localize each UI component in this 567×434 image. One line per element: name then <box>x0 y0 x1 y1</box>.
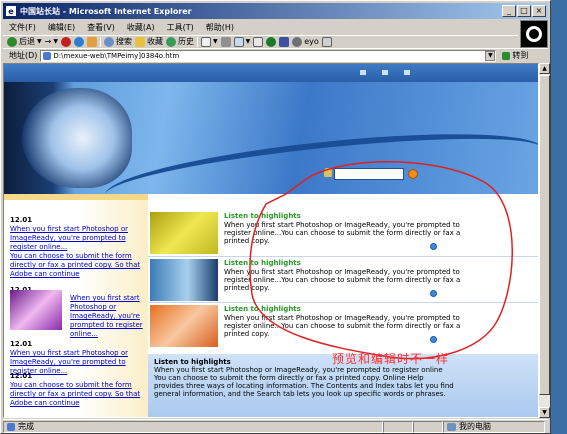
home-icon <box>86 36 97 47</box>
forward-button[interactable]: → ▼ <box>45 36 58 48</box>
address-value: D:\mexue-web\TMPeimy]0384o.htm <box>53 51 180 60</box>
go-button[interactable]: 转到 <box>502 50 528 61</box>
standard-toolbar: 后退 ▼ → ▼ 搜索 收藏 历史 ▼ ▼ eyo <box>3 35 518 47</box>
page-viewport: 12.01 When you first start Photoshop or … <box>3 63 539 418</box>
mail-button[interactable]: ▼ <box>200 36 218 48</box>
extra-button[interactable] <box>321 36 332 48</box>
ie-logo-icon <box>526 26 542 42</box>
maximize-icon: □ <box>520 6 528 15</box>
history-icon <box>165 36 176 47</box>
toolbar-separator <box>196 36 198 47</box>
eyo-button[interactable]: eyo <box>292 36 319 48</box>
menu-tools[interactable]: 工具(T) <box>161 22 200 33</box>
eyo-icon <box>292 36 303 47</box>
go-arrow-icon <box>502 51 511 60</box>
edit-button[interactable]: ▼ <box>233 36 251 48</box>
annotation-loop <box>249 161 513 360</box>
title-bar[interactable]: e 中国站长站 - Microsoft Internet Explorer _ … <box>3 3 548 19</box>
go-label: 转到 <box>512 51 529 60</box>
scroll-down-button[interactable]: ▼ <box>539 407 550 418</box>
status-text-panel: 完成 <box>3 420 383 433</box>
menu-edit[interactable]: 编辑(E) <box>42 22 81 33</box>
page-done-icon <box>7 422 15 431</box>
menu-bar: 文件(F) 编辑(E) 查看(V) 收藏(A) 工具(T) 帮助(H) <box>3 20 503 35</box>
print-button[interactable] <box>220 36 231 48</box>
research-button[interactable] <box>279 36 290 48</box>
discuss-button[interactable] <box>253 36 264 48</box>
menu-favorites[interactable]: 收藏(A) <box>121 22 161 33</box>
favorites-button[interactable]: 收藏 <box>134 36 163 48</box>
status-bar: 完成 我的电脑 <box>3 419 548 433</box>
stop-button[interactable] <box>60 36 71 48</box>
history-button[interactable]: 历史 <box>165 36 194 48</box>
forward-arrow-icon: → <box>44 37 52 46</box>
home-button[interactable] <box>86 36 97 48</box>
chevron-down-icon: ▼ <box>245 38 251 45</box>
computer-icon <box>447 422 456 431</box>
research-icon <box>279 36 290 47</box>
scroll-up-button[interactable]: ▲ <box>539 63 550 74</box>
search-icon <box>103 36 114 47</box>
maximize-button[interactable]: □ <box>517 5 531 17</box>
eyo-label: eyo <box>304 37 319 46</box>
address-label: 地址(D) <box>9 51 38 60</box>
status-panel <box>413 420 443 433</box>
discuss-icon <box>253 36 264 47</box>
favorites-icon <box>134 36 145 47</box>
chevron-down-icon: ▼ <box>212 38 218 45</box>
favorites-label: 收藏 <box>146 37 163 46</box>
vertical-scrollbar[interactable]: ▲ ▼ <box>539 63 550 418</box>
search-label: 搜索 <box>115 37 132 46</box>
mail-icon <box>200 36 211 47</box>
print-icon <box>220 36 231 47</box>
chevron-down-icon: ▼ <box>37 38 42 45</box>
edit-icon <box>233 36 244 47</box>
window-title: 中国站长站 - Microsoft Internet Explorer <box>20 6 192 16</box>
scroll-thumb[interactable] <box>539 75 550 395</box>
menu-help[interactable]: 帮助(H) <box>200 22 240 33</box>
translate-icon <box>321 36 332 47</box>
status-text: 完成 <box>18 422 34 431</box>
messenger-button[interactable] <box>266 36 277 48</box>
menu-file[interactable]: 文件(F) <box>3 22 42 33</box>
annotation-circle <box>249 161 513 360</box>
page-icon <box>43 51 52 60</box>
refresh-button[interactable] <box>73 36 84 48</box>
status-zone-panel: 我的电脑 <box>443 420 545 433</box>
close-icon: × <box>535 6 543 15</box>
browser-window: e 中国站长站 - Microsoft Internet Explorer _ … <box>0 0 551 434</box>
chevron-down-icon: ▼ <box>53 38 58 45</box>
address-bar: 地址(D) D:\mexue-web\TMPeimy]0384o.htm ▼ 转… <box>3 48 548 62</box>
messenger-icon <box>266 36 277 47</box>
close-button[interactable]: × <box>532 5 546 17</box>
stop-icon <box>60 36 71 47</box>
refresh-icon <box>73 36 84 47</box>
annotation-text: 预览和编辑时不一样 <box>332 352 450 366</box>
search-button[interactable]: 搜索 <box>103 36 132 48</box>
toolbar-separator <box>99 36 101 47</box>
address-input[interactable]: D:\mexue-web\TMPeimy]0384o.htm ▼ <box>40 49 497 62</box>
minimize-button[interactable]: _ <box>502 5 516 17</box>
ie-icon: e <box>5 5 17 17</box>
back-button[interactable]: 后退 ▼ <box>7 36 42 48</box>
ie-throbber-logo <box>520 20 548 48</box>
back-arrow-icon <box>7 36 17 47</box>
status-zone: 我的电脑 <box>459 422 491 431</box>
status-panel <box>383 420 413 433</box>
address-dropdown-button[interactable]: ▼ <box>485 50 496 61</box>
menu-view[interactable]: 查看(V) <box>81 22 121 33</box>
back-label: 后退 <box>19 37 35 46</box>
history-label: 历史 <box>177 37 194 46</box>
minimize-icon: _ <box>507 6 511 15</box>
